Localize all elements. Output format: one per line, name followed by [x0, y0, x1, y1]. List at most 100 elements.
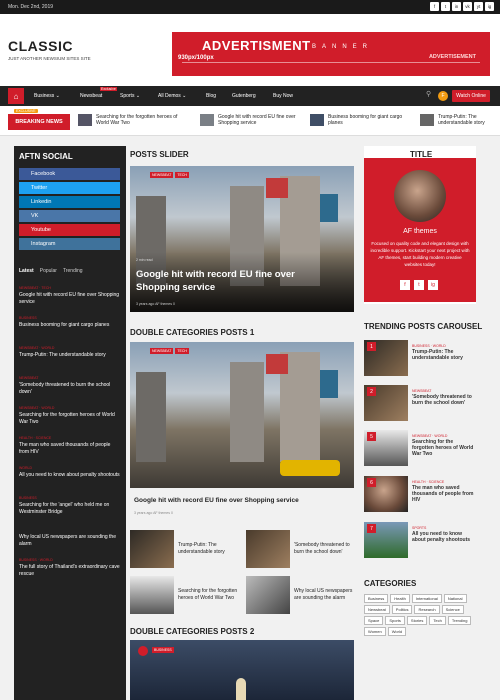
nav-sports[interactable]: Sports ⌄	[120, 93, 140, 99]
linkedin-icon[interactable]: in	[452, 2, 461, 11]
social-label: Twitter	[31, 185, 48, 191]
watch-online-button[interactable]: Watch Online	[452, 90, 490, 102]
youtube-icon[interactable]: yt	[474, 2, 483, 11]
tag-newsbeat[interactable]: NEWSBEAT	[150, 348, 174, 354]
list-item[interactable]: NEWSBEAT · WORLD Trump-Putin: The underst…	[19, 346, 121, 359]
post-title: The man who saved thousands of people fr…	[19, 442, 111, 455]
facebook-icon[interactable]: f	[430, 2, 439, 11]
advertisement-banner[interactable]: ADVERTISMENT BANNER 930px/100px ADVERTIS…	[172, 32, 490, 76]
search-icon[interactable]: ⚲	[426, 90, 431, 98]
nav-all-demos[interactable]: All Demos ⌄	[158, 93, 186, 99]
tab-latest[interactable]: Latest	[19, 268, 34, 274]
slider-post-title[interactable]: Google hit with record EU fine over Shop…	[136, 268, 326, 294]
ticker-item[interactable]: Trump-Putin: The understandable story	[420, 114, 496, 126]
instagram-icon[interactable]: ig	[485, 2, 494, 11]
ticker-item[interactable]: Google hit with record EU fine over Shop…	[200, 114, 300, 126]
category-tag[interactable]: Business	[364, 594, 389, 603]
nav-newsbeat[interactable]: Newsbeat	[80, 93, 102, 99]
tab-trending[interactable]: Trending	[63, 268, 83, 274]
nav-blog[interactable]: Blog	[206, 93, 216, 99]
list-item[interactable]: Why local US newspapers are sounding the…	[246, 576, 354, 614]
left-sidebar: AFTN SOCIAL Facebook Twitter Linkedin VK…	[14, 146, 126, 700]
featured-post[interactable]: NEWSBEAT TECH	[130, 342, 354, 488]
twitter-icon[interactable]: t	[414, 280, 424, 290]
social-label: Facebook	[31, 171, 56, 177]
social-twitter[interactable]: Twitter	[19, 182, 120, 194]
trending-item[interactable]: 7 SPORTS All you need to know about penal…	[364, 522, 476, 558]
ticker-item[interactable]: Business booming for giant cargo planes	[310, 114, 410, 126]
list-item[interactable]: HEALTH · SCIENCE The man who saved thousa…	[19, 436, 121, 455]
tag-tech[interactable]: TECH	[175, 348, 189, 354]
list-item[interactable]: Searching for the forgotten heroes of Wo…	[130, 576, 242, 614]
category-tag[interactable]: National	[443, 594, 467, 603]
author-card: AF themes Focused on quality code and el…	[364, 158, 476, 302]
post-title: The man who saved thousands of people fr…	[412, 485, 474, 503]
category-tag[interactable]: Space	[364, 616, 384, 625]
category-tag[interactable]: Women	[364, 627, 386, 636]
dc2-post[interactable]: BUSINESS	[130, 640, 354, 700]
social-youtube[interactable]: Youtube	[19, 224, 120, 236]
category-tag[interactable]: International	[411, 594, 442, 603]
post-title: Searching for the forgotten heroes of Wo…	[178, 588, 238, 601]
slider-tags: NEWSBEAT TECH	[150, 172, 189, 178]
vk-icon[interactable]: vk	[463, 2, 472, 11]
tag-newsbeat[interactable]: NEWSBEAT	[150, 172, 174, 178]
list-item[interactable]: BUSINESS Business booming for giant cargo…	[19, 316, 121, 329]
post-meta: 3 years ago AF themes 0	[136, 302, 175, 306]
list-item[interactable]: 'Somebody threatened to burn the school …	[246, 530, 354, 568]
category-tag[interactable]: World	[387, 627, 407, 636]
list-item[interactable]: NEWSBEAT 'Somebody threatened to burn the…	[19, 376, 121, 395]
list-item[interactable]: NEWSBEAT · TECH Google hit with record EU…	[19, 286, 121, 305]
social-vk[interactable]: VK	[19, 210, 120, 222]
category-tag[interactable]: Sports	[385, 616, 405, 625]
slider-post[interactable]: NEWSBEAT TECH 2 min read Google hit with…	[130, 166, 354, 312]
trending-item[interactable]: 1 BUSINESS · WORLD Trump-Putin: The under…	[364, 340, 476, 376]
tag-tech[interactable]: TECH	[175, 172, 189, 178]
nav-buy-now[interactable]: Buy Now	[273, 93, 293, 99]
category-tag[interactable]: Newsbeat	[364, 605, 390, 614]
read-time: 2 min read	[136, 258, 153, 262]
facebook-icon[interactable]: f	[400, 280, 410, 290]
trending-item[interactable]: 2 NEWSBEAT 'Somebody threatened to burn t…	[364, 385, 476, 421]
nav-gutenberg[interactable]: Gutenberg	[232, 93, 256, 99]
social-facebook[interactable]: Facebook	[19, 168, 120, 180]
category-tag[interactable]: Science	[441, 605, 464, 614]
trending-title: TRENDING POSTS CAROUSEL	[364, 322, 483, 331]
list-item[interactable]: BUSINESS Searching for the 'angel' who he…	[19, 496, 121, 515]
tag-business[interactable]: BUSINESS	[152, 647, 174, 653]
ad-subtitle: ADVERTISEMENT	[428, 54, 476, 60]
category-tag[interactable]: Politics	[391, 605, 413, 614]
category-tag[interactable]: Health	[390, 594, 410, 603]
category-tag[interactable]: Stories	[406, 616, 428, 625]
social-instagram[interactable]: Instagram	[19, 238, 120, 250]
trending-item[interactable]: 6 HEALTH · SCIENCE The man who saved thou…	[364, 476, 476, 512]
author-name: AF themes	[403, 228, 437, 235]
post-category: BUSINESS	[19, 496, 37, 500]
post-thumbnail: 6	[364, 476, 408, 512]
post-thumbnail	[246, 576, 290, 614]
home-icon[interactable]: ⌂	[8, 88, 24, 104]
category-tag[interactable]: Trending	[447, 616, 472, 625]
post-thumbnail: 5	[364, 430, 408, 466]
list-item[interactable]: NEWSBEAT · WORLD Searching for the forgot…	[19, 406, 121, 425]
rank-number: 5	[367, 432, 376, 441]
list-item[interactable]: BUSINESS · WORLD The full story of Thaila…	[19, 558, 121, 577]
site-logo[interactable]: CLASSIC	[8, 38, 73, 54]
theme-toggle[interactable]: F	[438, 91, 448, 101]
category-tag[interactable]: Research	[414, 605, 440, 614]
list-item[interactable]: Why local US newspapers are sounding the…	[19, 532, 121, 547]
video-icon	[138, 646, 148, 656]
category-tag[interactable]: Tech	[429, 616, 446, 625]
trending-item[interactable]: 5 NEWSBEAT · WORLD Searching for the forg…	[364, 430, 476, 466]
instagram-icon[interactable]: ig	[428, 280, 438, 290]
list-item[interactable]: Trump-Putin: The understandable story	[130, 530, 242, 568]
featured-post-title[interactable]: Google hit with record EU fine over Shop…	[134, 497, 354, 504]
list-item[interactable]: WORLD All you need to know about penalty …	[19, 466, 121, 479]
tab-popular[interactable]: Popular	[40, 268, 57, 274]
social-linkedin[interactable]: Linkedin	[19, 196, 120, 208]
ticker-item[interactable]: Searching for the forgotten heroes of Wo…	[78, 114, 188, 126]
post-thumbnail: 7	[364, 522, 408, 558]
nav-business[interactable]: Business ⌄	[34, 93, 60, 99]
twitter-icon[interactable]: t	[441, 2, 450, 11]
billboard-shape	[266, 178, 288, 198]
